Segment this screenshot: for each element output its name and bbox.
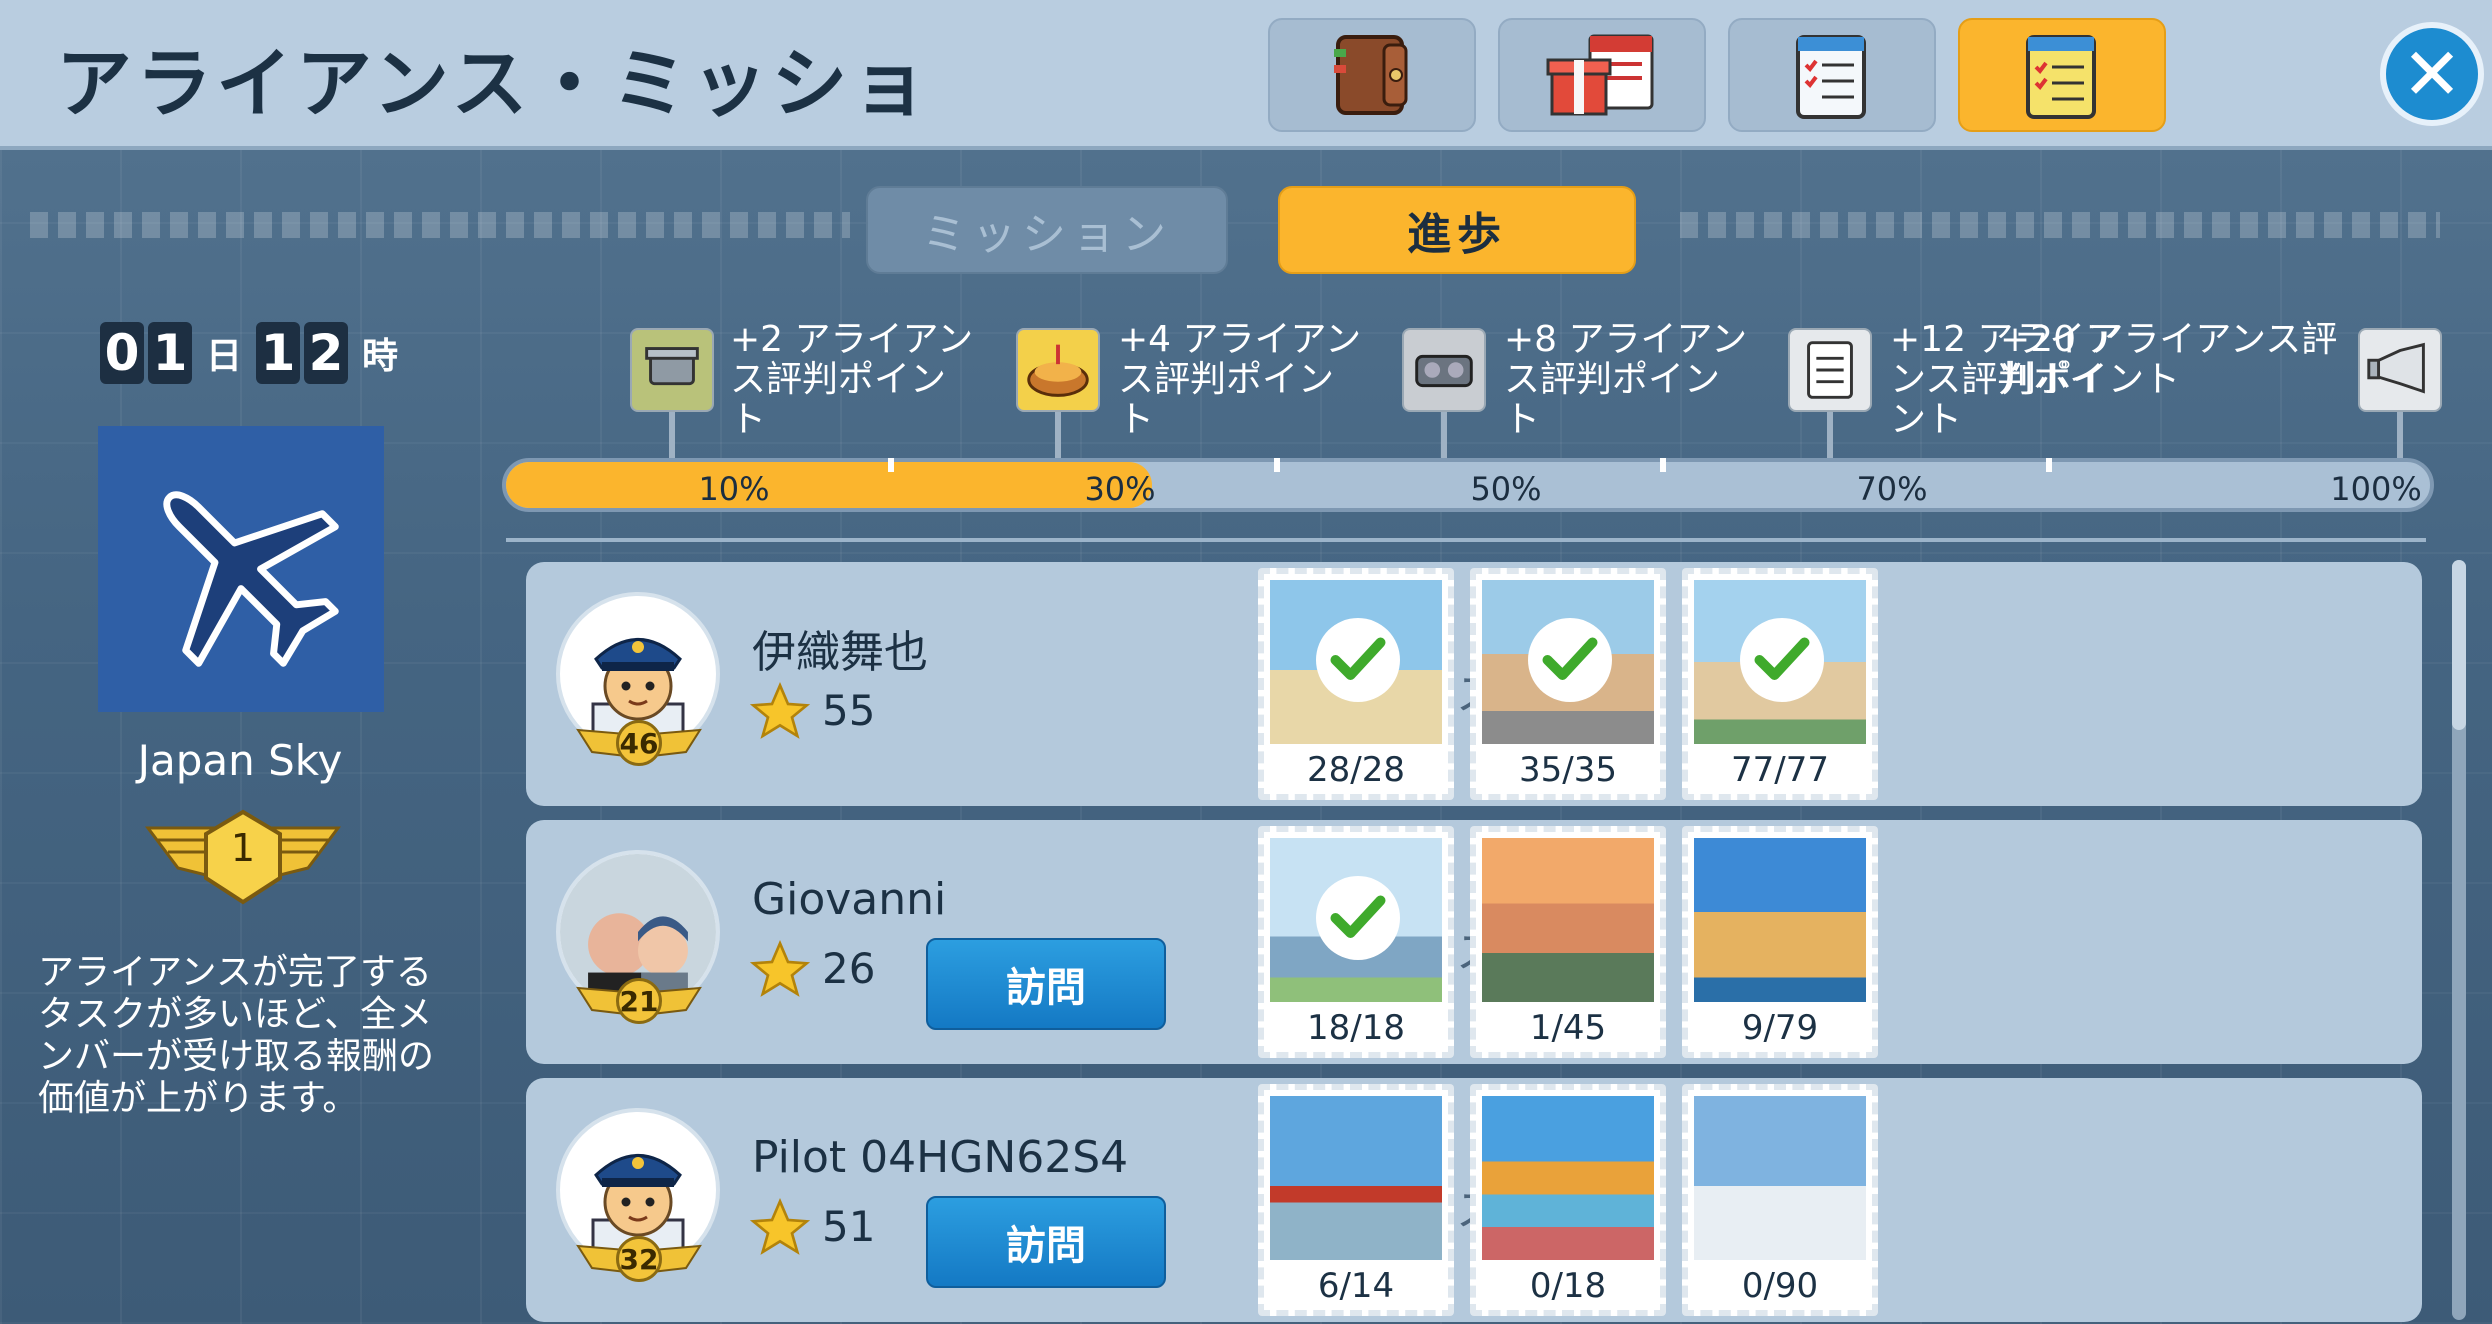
- progress-percent-label: 10%: [698, 470, 770, 508]
- mission-stamp[interactable]: 6/14: [1258, 1084, 1454, 1316]
- stamp-washington-image: [1482, 838, 1654, 1002]
- milestone-reward-text: +2 アライアンス評判ポイント: [730, 319, 974, 440]
- progress-percent-label: 100%: [2330, 470, 2422, 508]
- star-icon: [749, 1197, 811, 1255]
- stamp-progress: 6/14: [1317, 1266, 1395, 1306]
- divider: [506, 538, 2426, 542]
- clipboard-icon: [1788, 328, 1872, 412]
- stamp-progress: 77/77: [1731, 750, 1829, 790]
- cooking-pot-icon: [630, 328, 714, 412]
- progress-percent-label: 30%: [1084, 470, 1156, 508]
- progress-percent-label: 50%: [1470, 470, 1542, 508]
- member-score: 51: [822, 1202, 876, 1251]
- progress-percent-label: 70%: [1856, 470, 1928, 508]
- header-bar: アライアンス・ミッショ ✕: [0, 0, 2492, 150]
- star-icon: [749, 681, 811, 739]
- progress-tick: [1274, 458, 1280, 472]
- progress-bar: [502, 458, 2434, 512]
- megaphone-icon: [2358, 328, 2442, 412]
- stamp-progress: 1/45: [1529, 1008, 1607, 1048]
- alliance-name: Japan Sky: [137, 736, 343, 785]
- road-stripe: [1680, 212, 2440, 238]
- mission-stamp[interactable]: 28/28: [1258, 568, 1454, 800]
- member-name: Pilot 04HGN62S4: [752, 1132, 1129, 1183]
- mission-stamp[interactable]: 18/18: [1258, 826, 1454, 1058]
- progress-tick: [888, 458, 894, 472]
- milestone-reward-text: +4 アライアンス評判ポイント: [1118, 319, 1362, 440]
- wallet-icon: [1334, 35, 1408, 115]
- tab-checklist[interactable]: [1728, 18, 1936, 132]
- timer-digit: 0: [100, 322, 144, 384]
- tab-missions[interactable]: ミッション: [866, 186, 1228, 274]
- member-row: 32Pilot 04HGN62S451訪問タスク0/36/140/180/90: [526, 1078, 2422, 1322]
- member-name: Giovanni: [752, 874, 947, 925]
- mission-stamp[interactable]: 35/35: [1470, 568, 1666, 800]
- timer-unit-day: 日: [206, 336, 243, 377]
- level-badge: 21: [616, 978, 662, 1024]
- star-icon: [749, 939, 811, 997]
- mission-stamp[interactable]: 1/45: [1470, 826, 1666, 1058]
- tab-wallet[interactable]: [1268, 18, 1476, 132]
- level-badge: 46: [616, 720, 662, 766]
- mission-stamp[interactable]: 9/79: [1682, 826, 1878, 1058]
- alliance-rank-number: 1: [230, 826, 256, 870]
- pie-icon: [1016, 328, 1100, 412]
- gift-calendar-icon: [1546, 34, 1654, 116]
- stamp-progress: 18/18: [1307, 1008, 1405, 1048]
- progress-bar-fill: [506, 462, 1153, 508]
- road-stripe: [30, 212, 850, 238]
- countdown-timer: 0 1 日 1 2 時: [100, 322, 408, 384]
- stamp-malta-image: [1694, 838, 1866, 1002]
- tab-progress[interactable]: 進歩: [1278, 186, 1636, 274]
- member-score: 55: [822, 686, 876, 735]
- stamp-progress: 9/79: [1741, 1008, 1819, 1048]
- stamp-progress: 28/28: [1307, 750, 1405, 790]
- stamp-progress: 0/90: [1741, 1266, 1819, 1306]
- checkmark-icon: [1316, 618, 1400, 702]
- tab-alliance-mission[interactable]: [1958, 18, 2166, 132]
- stamp-radar-station-image: [1694, 1096, 1866, 1260]
- timer-digit: 1: [256, 322, 301, 384]
- member-row: 21Giovanni26訪問タスク1/318/181/459/79: [526, 820, 2422, 1064]
- checklist-icon: [1796, 35, 1866, 119]
- timer-digit: 2: [304, 322, 349, 384]
- yellow-checklist-icon: [2026, 35, 2096, 119]
- alliance-hint-text: アライアンスが完了するタスクが多いほど、全メンバーが受け取る報酬の価値が上がりま…: [38, 952, 435, 1119]
- alliance-logo: [98, 426, 384, 712]
- page-title: アライアンス・ミッショ: [56, 39, 932, 128]
- alliance-rank-badge: 1: [138, 808, 348, 912]
- stamp-golden-gate-image: [1270, 1096, 1442, 1260]
- tab-gift-calendar[interactable]: [1498, 18, 1706, 132]
- member-row: 46伊織舞也55タスク3/328/2835/3577/77: [526, 562, 2422, 806]
- close-button[interactable]: ✕: [2380, 22, 2484, 126]
- milestone-reward-text: +20 アライアンス評判ポイント: [2000, 319, 2338, 400]
- checkmark-icon: [1528, 618, 1612, 702]
- member-name: 伊織舞也: [752, 627, 928, 678]
- progress-tick: [2046, 458, 2052, 472]
- scrollbar-thumb[interactable]: [2452, 560, 2466, 730]
- progress-tick: [1660, 458, 1666, 472]
- level-badge: 32: [616, 1236, 662, 1282]
- airplane-icon: [163, 491, 339, 667]
- machine-icon: [1402, 328, 1486, 412]
- checkmark-icon: [1316, 876, 1400, 960]
- stamp-progress: 0/18: [1529, 1266, 1607, 1306]
- timer-unit-hour: 時: [362, 336, 399, 377]
- mission-stamp[interactable]: 0/90: [1682, 1084, 1878, 1316]
- checkmark-icon: [1740, 618, 1824, 702]
- stamp-progress: 35/35: [1519, 750, 1617, 790]
- mission-stamp[interactable]: 0/18: [1470, 1084, 1666, 1316]
- stamp-park-guell-image: [1482, 1096, 1654, 1260]
- visit-button[interactable]: 訪問: [926, 1196, 1166, 1288]
- mission-stamp[interactable]: 77/77: [1682, 568, 1878, 800]
- milestone-reward-text: +8 アライアンス評判ポイント: [1504, 319, 1748, 440]
- visit-button[interactable]: 訪問: [926, 938, 1166, 1030]
- timer-digit: 1: [148, 322, 192, 384]
- member-score: 26: [822, 944, 876, 993]
- close-icon: ✕: [2401, 32, 2463, 116]
